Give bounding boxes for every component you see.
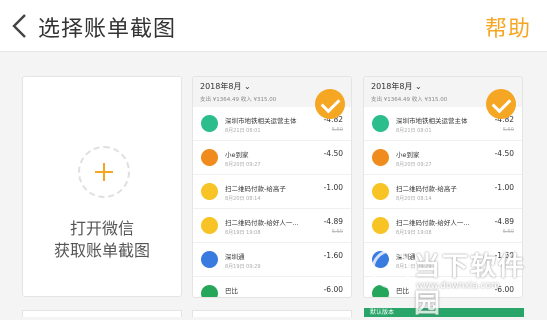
transaction-date: 8月20日 09:27 (396, 162, 432, 168)
qr-user-icon (372, 217, 389, 234)
watermark-url: www.downxia.com (416, 281, 500, 291)
qr-user-icon (201, 217, 218, 234)
transaction-row: 扫二维码付款-给高子 8月20日 08:14 -1.00 (193, 175, 351, 209)
merchant-orange-icon (372, 149, 389, 166)
original-amount: 5.50 (331, 229, 343, 235)
merchant-name: 小e到家 (396, 151, 420, 159)
transaction-amount: -1.00 (323, 183, 343, 192)
watermark-logo-icon (371, 249, 411, 289)
transaction-date: 8月21日 08:01 (225, 128, 261, 134)
merchant-name: 深圳市地铁相关运营主体 (396, 117, 468, 125)
transaction-date: 8月19日 19:08 (225, 230, 261, 236)
transaction-row: 巴比 8月19日 07:57 -6.00 (193, 277, 351, 298)
help-button[interactable]: 帮助 (485, 11, 531, 43)
partial-card[interactable] (22, 310, 182, 317)
transaction-amount: -4.50 (494, 149, 514, 158)
merchant-name: 扫二维码付款-给高子 (225, 185, 286, 193)
transaction-date: 8月20日 08:14 (225, 196, 261, 202)
transaction-row: 扫二维码付款-给好人一... 8月19日 19:08 -4.89 5.50 (364, 209, 522, 243)
merchant-orange-icon (201, 149, 218, 166)
transaction-row: 扫二维码付款-给好人一... 8月19日 19:08 -4.89 5.50 (193, 209, 351, 243)
transaction-row: 小e到家 8月20日 09:27 -4.50 (364, 141, 522, 175)
open-wechat-card[interactable]: 打开微信 获取账单截图 (22, 76, 182, 297)
transaction-amount: -4.50 (323, 149, 343, 158)
transaction-list: 深圳市地铁相关运营主体 8月21日 08:01 -4.82 5.50 小e到家 8月20日… (193, 107, 351, 298)
qr-user-icon (372, 183, 389, 200)
merchant-name: 扫二维码付款-给高子 (396, 185, 457, 193)
transaction-date: 8月19日 19:08 (396, 230, 432, 236)
qr-user-icon (201, 183, 218, 200)
screenshot-card[interactable]: 2018年8月 ⌄ 支出 ¥1364.49 收入 ¥315.00 深圳市地铁相关… (192, 76, 352, 298)
get-screenshot-label: 获取账单截图 (53, 241, 150, 260)
transaction-row: 小e到家 8月20日 09:27 -4.50 (193, 141, 351, 175)
merchant-name: 巴比 (225, 287, 238, 295)
bashi-icon (201, 285, 218, 297)
partial-card[interactable] (192, 310, 352, 317)
transaction-amount: -1.00 (494, 183, 514, 192)
watermark: 当下软件园 www.downxia.com (370, 246, 540, 319)
checkmark-icon[interactable] (486, 89, 516, 119)
merchant-name: 扫二维码付款-给好人一... (396, 219, 470, 227)
transaction-date: 8月20日 08:14 (396, 196, 432, 202)
metro-green-icon (201, 115, 218, 132)
merchant-name: 扫二维码付款-给好人一... (225, 219, 299, 227)
merchant-name: 小e到家 (225, 151, 249, 159)
transaction-row: 扫二维码付款-给高子 8月20日 08:14 -1.00 (364, 175, 522, 209)
transaction-date: 8月19日 09:29 (225, 264, 261, 270)
top-bar: 选择账单截图 帮助 (0, 0, 547, 52)
transaction-date: 8月20日 09:27 (225, 162, 261, 168)
original-amount: 5.50 (502, 229, 514, 235)
transaction-amount: -1.60 (323, 251, 343, 260)
transaction-row: 深圳通 8月19日 09:29 -1.60 (193, 243, 351, 277)
open-wechat-label: 打开微信 (69, 219, 134, 238)
plus-icon (78, 146, 130, 198)
transaction-amount: -4.89 (494, 217, 514, 226)
checkmark-icon[interactable] (315, 89, 345, 119)
transaction-date: 8月19日 07:57 (225, 297, 261, 298)
page-title: 选择账单截图 (38, 17, 177, 42)
merchant-name: 深圳市地铁相关运营主体 (225, 117, 297, 125)
transaction-date: 8月21日 08:01 (396, 128, 432, 134)
transaction-amount: -4.89 (323, 217, 343, 226)
shenzhentong-icon (201, 251, 218, 268)
transaction-amount: -6.00 (323, 285, 343, 294)
original-amount: 5.50 (331, 127, 343, 133)
original-amount: 5.50 (502, 127, 514, 133)
metro-green-icon (372, 115, 389, 132)
merchant-name: 深圳通 (225, 253, 245, 261)
back-arrow-icon[interactable] (8, 12, 32, 40)
